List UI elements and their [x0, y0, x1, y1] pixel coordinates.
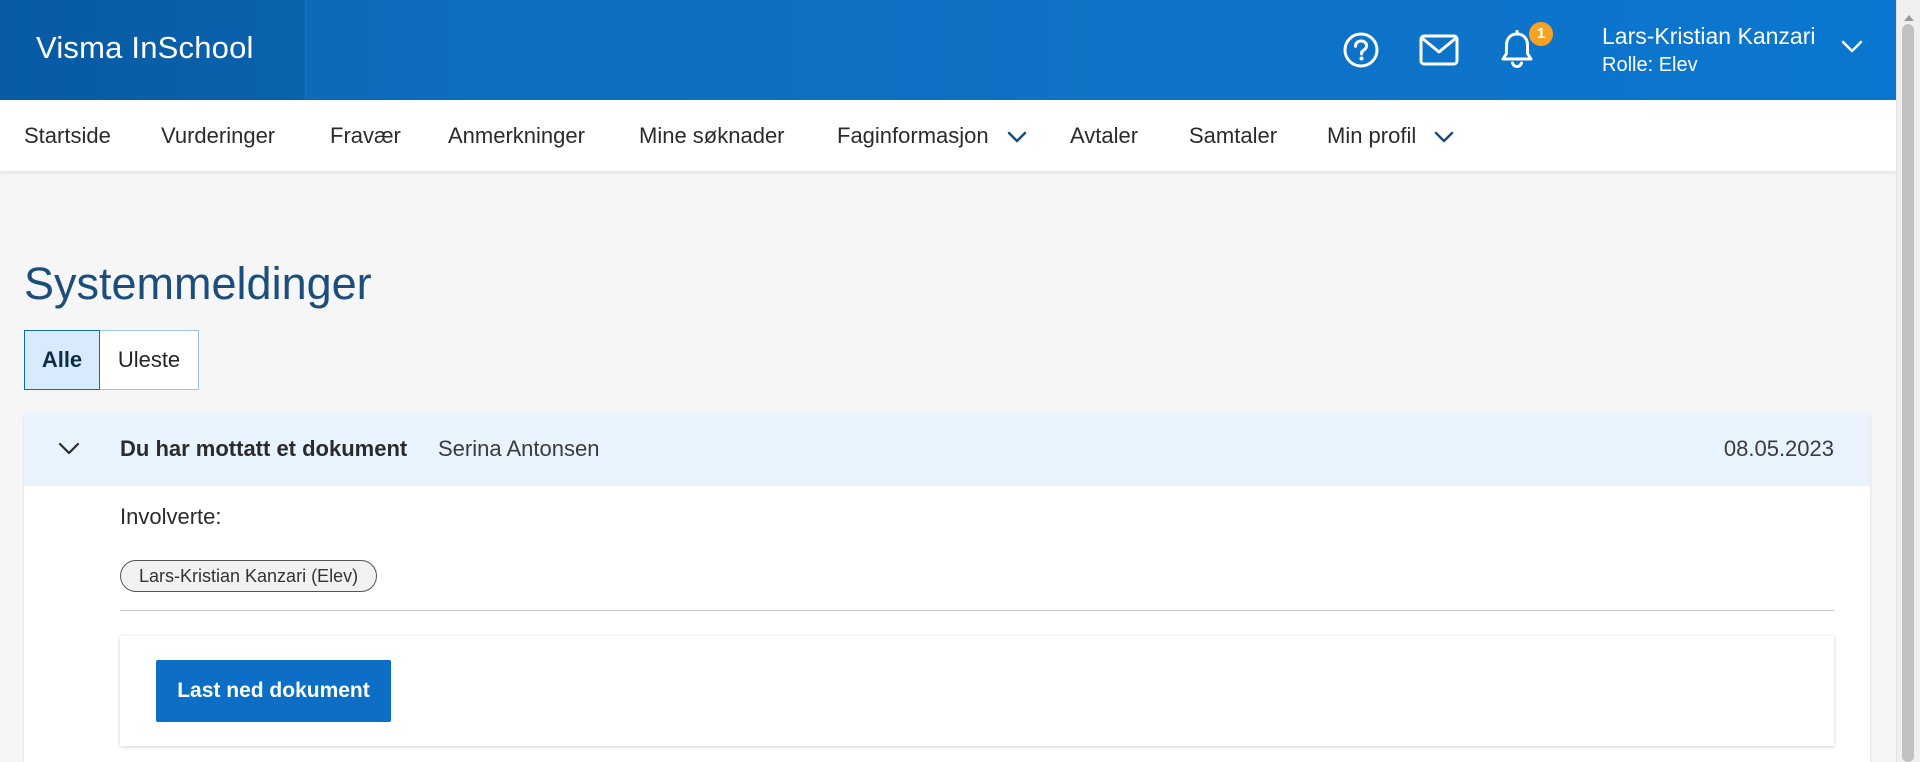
message-sender: Serina Antonsen — [438, 436, 600, 461]
nav-item-label: Vurderinger — [161, 123, 276, 148]
page-title: Systemmeldinger — [24, 258, 372, 309]
help-circle-icon[interactable] — [1341, 30, 1381, 70]
top-bar: Visma InSchool 1 Lars-Kristian Kanzari R… — [0, 0, 1896, 100]
nav-item-vurderinger[interactable]: Vurderinger — [161, 100, 275, 171]
brand-area[interactable]: Visma InSchool — [0, 0, 306, 100]
nav-item-label: Anmerkninger — [448, 123, 585, 148]
main-nav: Startside Vurderinger Fravær Anmerkninge… — [0, 100, 1896, 171]
nav-item-label: Faginformasjon — [837, 123, 989, 148]
nav-item-startside[interactable]: Startside — [24, 100, 111, 171]
app-title: Visma InSchool — [36, 30, 254, 65]
message-filter: Alle Uleste — [24, 330, 199, 390]
chevron-down-icon[interactable] — [58, 442, 80, 461]
nav-item-label: Min profil — [1327, 123, 1417, 148]
involved-label: Involverte: — [120, 504, 222, 529]
nav-item-avtaler[interactable]: Avtaler — [1070, 100, 1138, 171]
user-menu[interactable]: Lars-Kristian Kanzari Rolle: Elev — [1602, 22, 1815, 79]
scrollbar-thumb[interactable] — [1902, 24, 1914, 762]
filter-all-button[interactable]: Alle — [24, 330, 100, 390]
nav-item-faginformasjon[interactable]: Faginformasjon — [837, 100, 1027, 171]
message-title: Du har mottatt et dokument — [120, 436, 408, 461]
envelope-icon[interactable] — [1419, 30, 1459, 70]
chevron-down-icon[interactable] — [1841, 40, 1863, 59]
chevron-down-icon — [1434, 100, 1454, 171]
chevron-down-icon — [1007, 100, 1027, 171]
notification-badge: 1 — [1529, 22, 1553, 46]
divider — [120, 610, 1834, 611]
nav-item-label: Startside — [24, 123, 111, 148]
nav-item-mine-soknader[interactable]: Mine søknader — [639, 100, 785, 171]
nav-item-label: Mine søknader — [639, 123, 785, 148]
user-name: Lars-Kristian Kanzari — [1602, 23, 1816, 49]
download-document-button[interactable]: Last ned dokument — [156, 660, 391, 722]
message-date: 08.05.2023 — [1723, 436, 1834, 461]
nav-item-label: Fravær — [330, 123, 401, 148]
nav-item-fravaer[interactable]: Fravær — [330, 100, 401, 171]
filter-unread-button[interactable]: Uleste — [100, 330, 199, 390]
user-role: Rolle: Elev — [1602, 54, 1698, 76]
message-card: Du har mottatt et dokument Serina Antons… — [24, 414, 1870, 762]
page-scrollbar[interactable] — [1896, 0, 1920, 762]
nav-item-label: Avtaler — [1070, 123, 1139, 148]
nav-item-label: Samtaler — [1189, 123, 1278, 148]
nav-item-min-profil[interactable]: Min profil — [1327, 100, 1454, 171]
message-header[interactable]: Du har mottatt et dokument Serina Antons… — [24, 414, 1870, 486]
involved-person-chip: Lars-Kristian Kanzari (Elev) — [120, 560, 378, 592]
nav-item-anmerkninger[interactable]: Anmerkninger — [448, 100, 585, 171]
download-panel: Last ned dokument — [120, 636, 1834, 746]
nav-item-samtaler[interactable]: Samtaler — [1189, 100, 1277, 171]
